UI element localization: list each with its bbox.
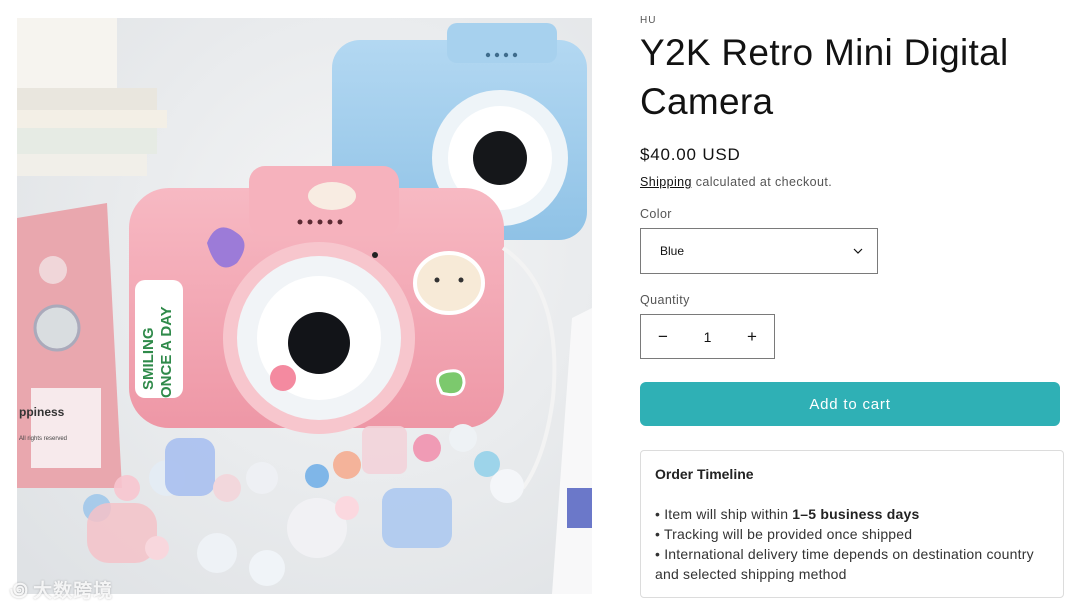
timeline-item-international: • International delivery time depends on…	[655, 546, 1034, 582]
quantity-label: Quantity	[640, 293, 690, 307]
shipping-link[interactable]: Shipping	[640, 175, 692, 189]
chevron-down-icon	[853, 248, 863, 254]
camera-photo: ppiness All rights reserved SMILING ONCE…	[17, 18, 592, 594]
quantity-decrease-button[interactable]: −	[641, 315, 685, 358]
product-info: HU Y2K Retro Mini Digital Camera $40.00 …	[640, 15, 1065, 598]
watermark-text: 大数跨境	[33, 579, 114, 602]
watermark-logo-icon: ꩜	[10, 579, 30, 601]
timeline-item-shipping: • Item will ship within 1–5 business day…	[655, 504, 1049, 524]
product-price: $40.00 USD	[640, 145, 741, 164]
quantity-input[interactable]: 1	[685, 329, 730, 345]
quantity-increase-button[interactable]: +	[730, 315, 774, 358]
watermark: ꩜ 大数跨境	[10, 575, 113, 603]
order-timeline: Order Timeline • Item will ship within 1…	[640, 450, 1064, 598]
card-small-text: All rights reserved	[19, 436, 67, 442]
timeline-item-tracking: • Tracking will be provided once shipped	[655, 526, 913, 542]
color-select-value: Blue	[660, 244, 685, 258]
timeline-item-shipping-bold: 1–5 business days	[792, 506, 920, 522]
quantity-stepper: − 1 +	[640, 314, 775, 359]
add-to-cart-button[interactable]: Add to cart	[640, 382, 1060, 426]
timeline-item-shipping-text: • Item will ship within	[655, 506, 793, 522]
vendor: HU	[640, 15, 657, 26]
color-select[interactable]: Blue	[640, 228, 878, 274]
sticker-text-2: ONCE A DAY	[158, 306, 175, 398]
order-timeline-list: • Item will ship within 1–5 business day…	[655, 504, 1049, 584]
shipping-note-text: calculated at checkout.	[691, 175, 833, 189]
sticker-text-1: SMILING	[140, 328, 157, 391]
product-image[interactable]: ppiness All rights reserved SMILING ONCE…	[17, 18, 592, 594]
card-text: ppiness	[19, 405, 65, 419]
order-timeline-title: Order Timeline	[655, 466, 754, 482]
color-label: Color	[640, 207, 672, 221]
shipping-note: Shipping calculated at checkout.	[640, 175, 1065, 189]
product-title: Y2K Retro Mini Digital Camera	[640, 32, 1009, 122]
